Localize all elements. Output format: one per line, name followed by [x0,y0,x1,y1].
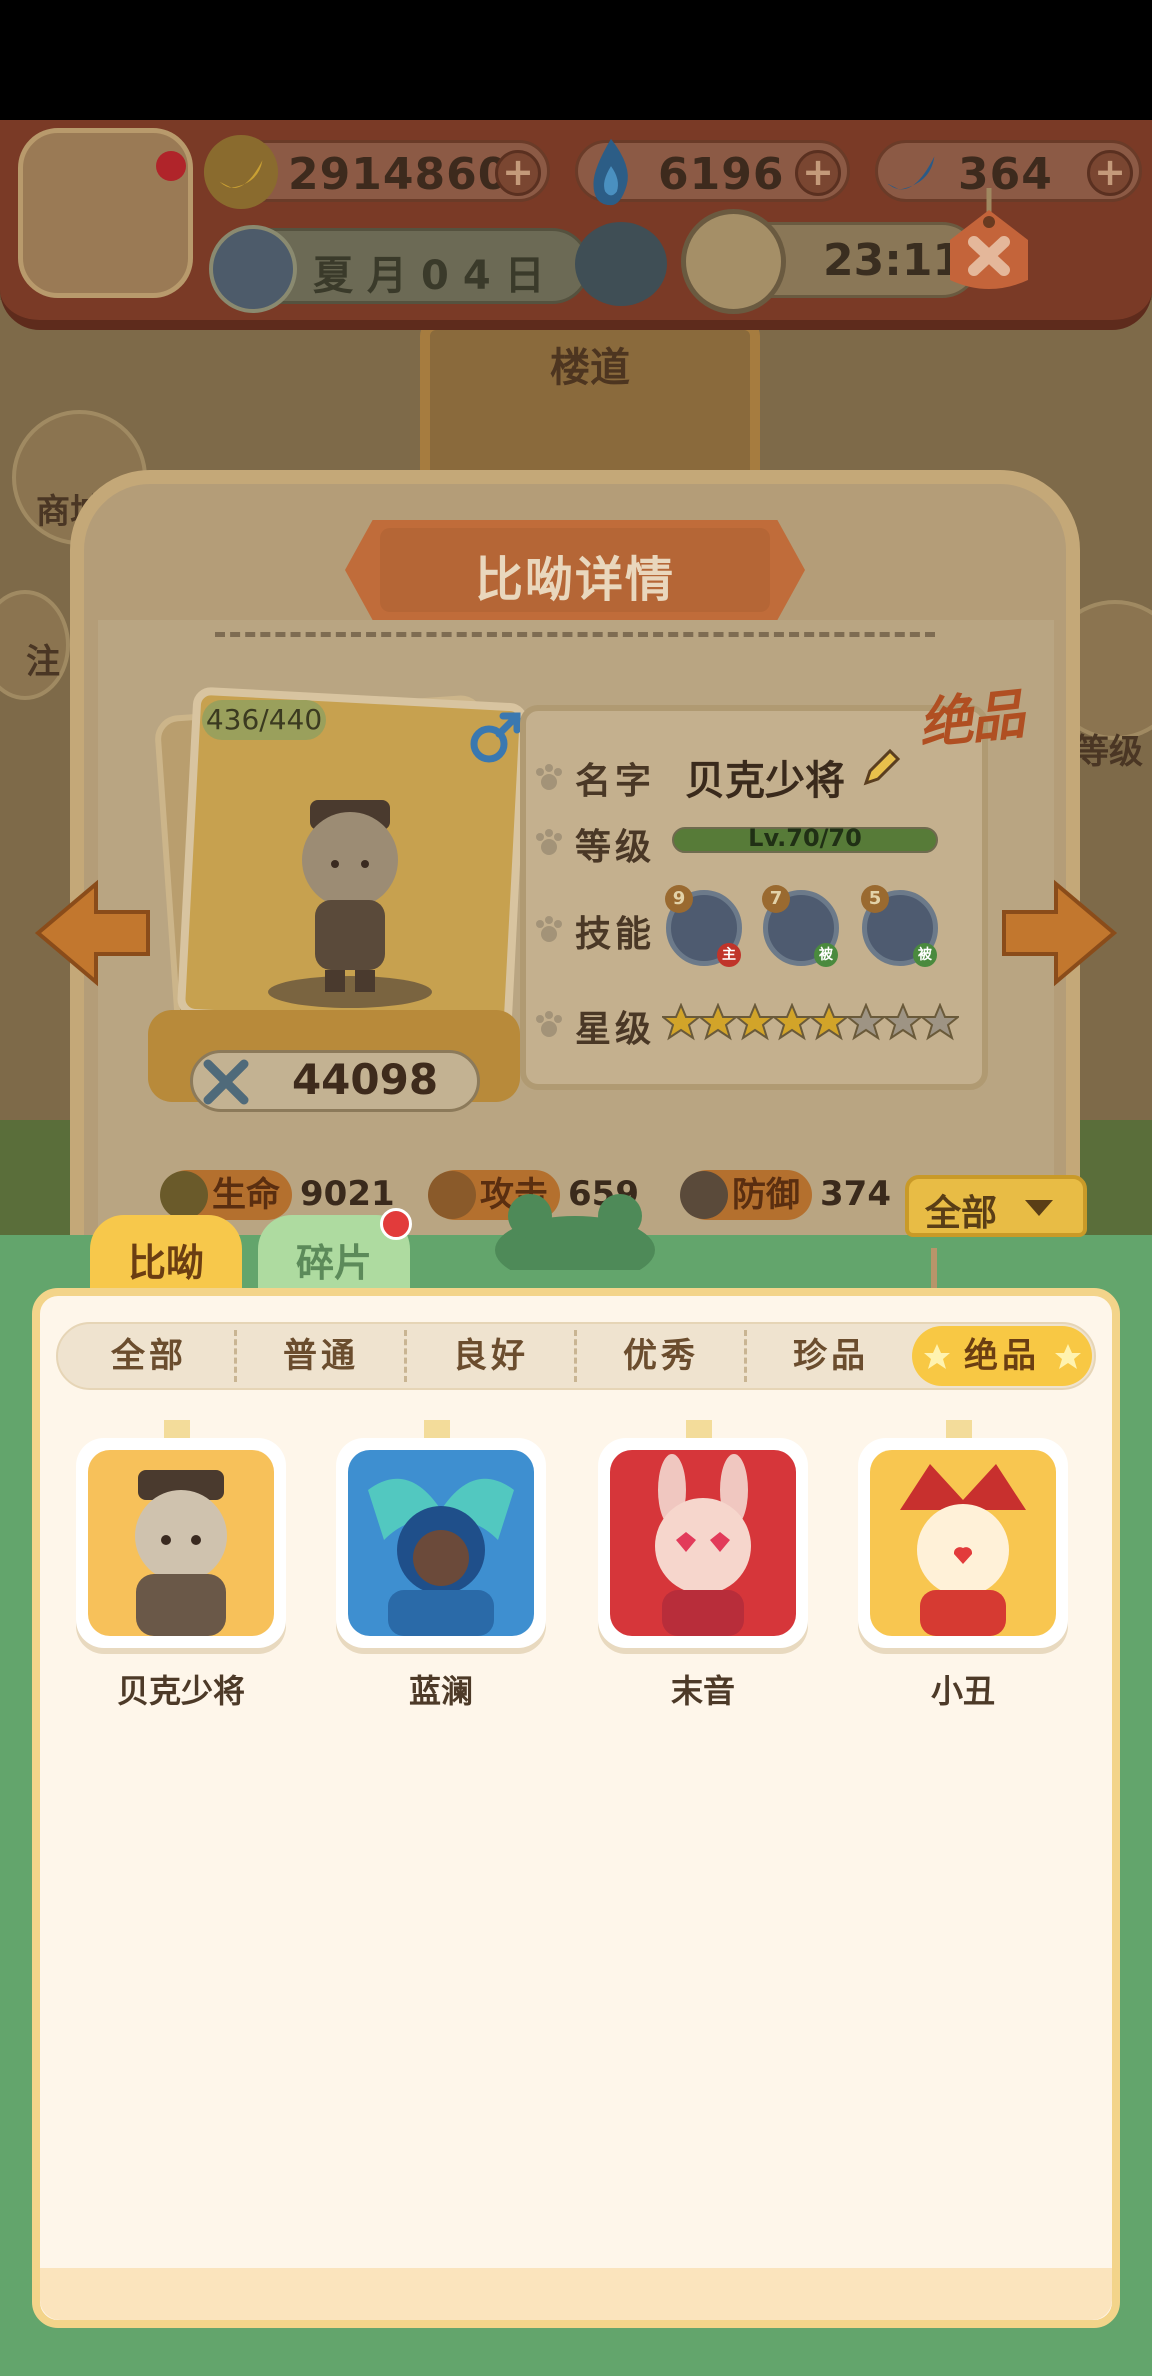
bear-icon [428,1171,476,1219]
close-icon[interactable] [936,188,1042,294]
flame-amount: 6196 [658,149,785,200]
banana-currency: 2914860 + [203,134,550,210]
level-label: 等级 [575,827,656,868]
date-text: 夏月04日 [313,253,559,299]
notification-dot [380,1208,412,1240]
collection-panel-footer [40,2268,1112,2320]
skill-slot-1[interactable]: 9 主 [665,885,742,967]
next-arrow-icon[interactable] [998,878,1118,988]
officer-cat-character [268,800,432,1008]
paw-icon [536,829,562,855]
filter-dropdown-label: 全部 [925,1193,998,1234]
paw-icon [536,1011,562,1037]
status-bar [0,0,1152,120]
cow-icon [680,1171,728,1219]
player-avatar[interactable] [18,128,193,298]
star-filled-icon [699,1003,737,1041]
tab-biyou-label: 比呦 [127,1241,204,1285]
filter-supreme[interactable]: 绝品 [916,1330,1088,1382]
skill-level: 7 [762,885,790,913]
notification-dot [156,151,186,181]
skill-type-tag: 被 [913,943,937,967]
jester-cat-portrait [870,1450,1056,1636]
skill-type-tag: 被 [814,943,838,967]
calendar-date: 夏月04日 [209,225,590,313]
star-filled-icon [810,1003,848,1041]
filter-common[interactable]: 普通 [236,1330,406,1382]
tab-fragments-label: 碎片 [295,1241,372,1285]
skill-type-tag: 主 [717,943,741,967]
level-text: Lv.70/70 [748,824,862,852]
frog-decoration-icon [495,1194,655,1270]
hp-label: 生命 [212,1175,280,1215]
skill-slot-2[interactable]: 7 被 [762,885,839,967]
item-name: 贝克少将 [116,1672,245,1710]
name-label: 名字 [575,761,656,802]
paw-icon [536,916,562,942]
detail-title: 比呦详情 [474,552,675,608]
divider [215,632,935,637]
side-event-label: 注 [26,642,60,682]
add-blue-banana-button[interactable]: + [1087,150,1133,196]
moon-icon [209,225,297,313]
combat-power-value: 44098 [291,1055,439,1104]
star-empty-icon [921,1003,959,1041]
crossed-swords-icon [203,1059,249,1105]
defense-value: 374 [820,1174,891,1214]
add-flame-button[interactable]: + [795,150,841,196]
filter-rare[interactable]: 珍品 [746,1330,916,1382]
male-gender-icon [470,712,521,763]
blue-fairy-portrait [348,1450,534,1636]
defense-label: 防御 [732,1175,800,1215]
star-empty-icon [884,1003,922,1041]
skill-level: 5 [861,885,889,913]
prev-arrow-icon[interactable] [34,878,154,988]
paw-icon [536,764,562,790]
item-name: 小丑 [930,1672,995,1710]
turtle-icon [160,1171,208,1219]
banana-amount: 2914860 [288,149,510,200]
rain-cloud-icon [575,222,667,306]
banana-icon [203,134,279,210]
officer-cat-portrait [88,1450,274,1636]
star-filled-icon [736,1003,774,1041]
hp-value: 9021 [300,1174,395,1214]
item-name: 末音 [670,1672,735,1710]
flame-currency: 6196 + [575,138,850,206]
edit-pencil-icon[interactable] [858,745,904,791]
add-banana-button[interactable]: + [495,150,541,196]
filter-all[interactable]: 全部 [64,1330,234,1382]
card-level-counter: 436/440 [202,700,326,740]
chevron-down-icon [1025,1200,1053,1216]
rarity-badge: 绝品 [915,682,1026,757]
level-side-label: 等级 [1075,732,1143,772]
pink-bunny-portrait [610,1450,796,1636]
filter-good[interactable]: 良好 [406,1330,576,1382]
star-filled-icon [662,1003,700,1041]
star-empty-icon [847,1003,885,1041]
location-label: 楼道 [550,345,630,391]
filter-excellent[interactable]: 优秀 [576,1330,746,1382]
skill-level: 9 [665,885,693,913]
character-name: 贝克少将 [685,758,845,804]
star-filled-icon [773,1003,811,1041]
star-label: 星级 [575,1009,656,1050]
skill-slot-3[interactable]: 5 被 [861,885,938,967]
item-name: 蓝澜 [408,1672,473,1710]
clock-icon [681,209,786,314]
blue-flame-icon [593,138,628,206]
skill-label: 技能 [575,914,656,955]
